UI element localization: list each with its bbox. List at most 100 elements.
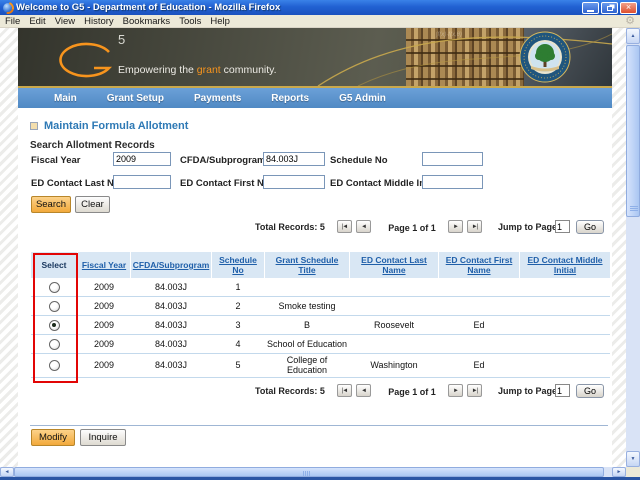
prev-page-button[interactable]: ◄ [356,220,371,233]
horizontal-scrollbar[interactable]: ◄ ► [0,467,626,477]
g5-page: ∫f(x)·f(x,θ) 5 Empowering the grant comm… [18,28,612,467]
restore-button[interactable] [601,1,618,14]
cell-ed-first [439,278,519,296]
ed-seal-icon [519,31,571,83]
table-row: 2009 84.003J 1 [31,278,610,297]
search-button[interactable]: Search [31,196,71,213]
cell-schedule-no: 1 [235,281,241,292]
cfda-input[interactable] [263,152,325,166]
col-header-schedule-no[interactable]: Schedule No [212,252,264,278]
table-row: 2009 84.003J 3 B Roosevelt Ed [31,316,610,335]
inquire-button[interactable]: Inquire [80,429,126,446]
col-header-ed-last[interactable]: ED Contact Last Name [350,252,438,278]
nav-main[interactable]: Main [54,93,77,104]
minimize-button[interactable] [582,1,599,14]
cell-cfda: 84.003J [154,338,188,349]
row-select-radio[interactable] [48,338,60,350]
row-select-radio[interactable] [48,359,60,371]
row-select-radio[interactable] [48,281,60,293]
cell-schedule-no: 2 [235,300,241,311]
main-nav: Main Grant Setup Payments Reports G5 Adm… [18,88,612,108]
section-title: Search Allotment Records [30,140,155,151]
menu-help[interactable]: Help [210,16,230,27]
next-page-button[interactable]: ► [448,220,463,233]
nav-reports[interactable]: Reports [271,93,309,104]
cell-cfda: 84.003J [154,281,188,292]
vertical-scrollbar-thumb[interactable] [626,45,640,217]
tagline-grant: grant [196,64,221,76]
scroll-up-icon[interactable]: ▲ [626,28,640,44]
nav-grant-setup[interactable]: Grant Setup [107,93,164,104]
prev-page-button[interactable]: ◄ [356,384,371,397]
cell-ed-middle [520,316,610,334]
close-icon: × [625,2,632,12]
jump-to-page-input[interactable] [555,384,570,397]
ed-last-name-input[interactable] [113,175,171,189]
fiscal-year-label: Fiscal Year [31,155,81,166]
last-page-button[interactable]: ►| [467,220,482,233]
table-row: 2009 84.003J 4 School of Education [31,335,610,354]
horizontal-scrollbar-thumb[interactable] [14,467,604,477]
cell-cfda: 84.003J [154,300,188,311]
title-bar: Welcome to G5 - Department of Education … [0,0,640,15]
cell-ed-middle [520,278,610,296]
ed-first-name-input[interactable] [263,175,325,189]
menu-tools[interactable]: Tools [179,16,201,27]
menu-file[interactable]: File [5,16,20,27]
clear-button[interactable]: Clear [75,196,110,213]
modify-button[interactable]: Modify [31,429,75,446]
cell-fiscal-year: 2009 [93,300,115,311]
scroll-right-icon[interactable]: ► [612,467,626,477]
ed-middle-initial-input[interactable] [422,175,483,189]
next-page-button[interactable]: ► [448,384,463,397]
first-page-button[interactable]: |◄ [337,220,352,233]
row-select-radio[interactable] [48,319,60,331]
col-header-grant-schedule-title[interactable]: Grant Schedule Title [265,252,349,278]
footer-divider [30,425,608,426]
scroll-down-icon[interactable]: ▼ [626,451,640,467]
page-title: Maintain Formula Allotment [44,120,189,132]
nav-g5-admin[interactable]: G5 Admin [339,93,386,104]
menu-edit[interactable]: Edit [29,16,45,27]
fiscal-year-input[interactable] [113,152,171,166]
row-select-radio[interactable] [48,300,60,312]
menu-bar: File Edit View History Bookmarks Tools H… [0,15,640,28]
cell-ed-middle [520,354,610,377]
schedule-no-input[interactable] [422,152,483,166]
nav-payments[interactable]: Payments [194,93,241,104]
cell-ed-first [439,297,519,315]
last-page-button[interactable]: ►| [467,384,482,397]
go-button[interactable]: Go [576,220,604,234]
col-header-select: Select [31,252,77,278]
tagline-post: community. [220,64,277,76]
restore-icon [606,6,613,11]
menu-history[interactable]: History [84,16,114,27]
firefox-window: Welcome to G5 - Department of Education … [0,0,640,480]
menu-view[interactable]: View [55,16,75,27]
first-page-button[interactable]: |◄ [337,384,352,397]
cell-grant-schedule-title: College of Education [286,355,328,376]
pagination-bottom: Total Records: 5 |◄ ◄ Page 1 of 1 ► ►| J… [18,384,612,400]
tagline-pre: Empowering the [118,64,197,76]
col-header-fiscal-year[interactable]: Fiscal Year [78,252,130,278]
pagination-top: Total Records: 5 |◄ ◄ Page 1 of 1 ► ►| J… [18,220,612,236]
col-header-cfda[interactable]: CFDA/Subprogram [131,252,211,278]
vertical-scrollbar[interactable]: ▲ ▼ [626,28,640,467]
table-header-row: Select Fiscal Year CFDA/Subprogram Sched… [31,252,610,278]
cell-ed-last: Roosevelt [373,319,415,330]
col-header-ed-middle[interactable]: ED Contact Middle Initial [520,252,610,278]
scroll-left-icon[interactable]: ◄ [0,467,14,477]
cell-fiscal-year: 2009 [93,360,115,371]
col-header-ed-first[interactable]: ED Contact First Name [439,252,519,278]
cell-grant-schedule-title: B [303,319,310,330]
go-button[interactable]: Go [576,384,604,398]
jump-to-page-input[interactable] [555,220,570,233]
g5-logo-icon [59,42,113,78]
cell-grant-schedule-title [265,278,349,296]
close-button[interactable]: × [620,1,637,14]
cell-ed-last [350,278,438,296]
cell-cfda: 84.003J [154,360,188,371]
menu-bookmarks[interactable]: Bookmarks [123,16,171,27]
table-row: 2009 84.003J 2 Smoke testing [31,297,610,316]
cell-ed-first: Ed [473,319,485,330]
